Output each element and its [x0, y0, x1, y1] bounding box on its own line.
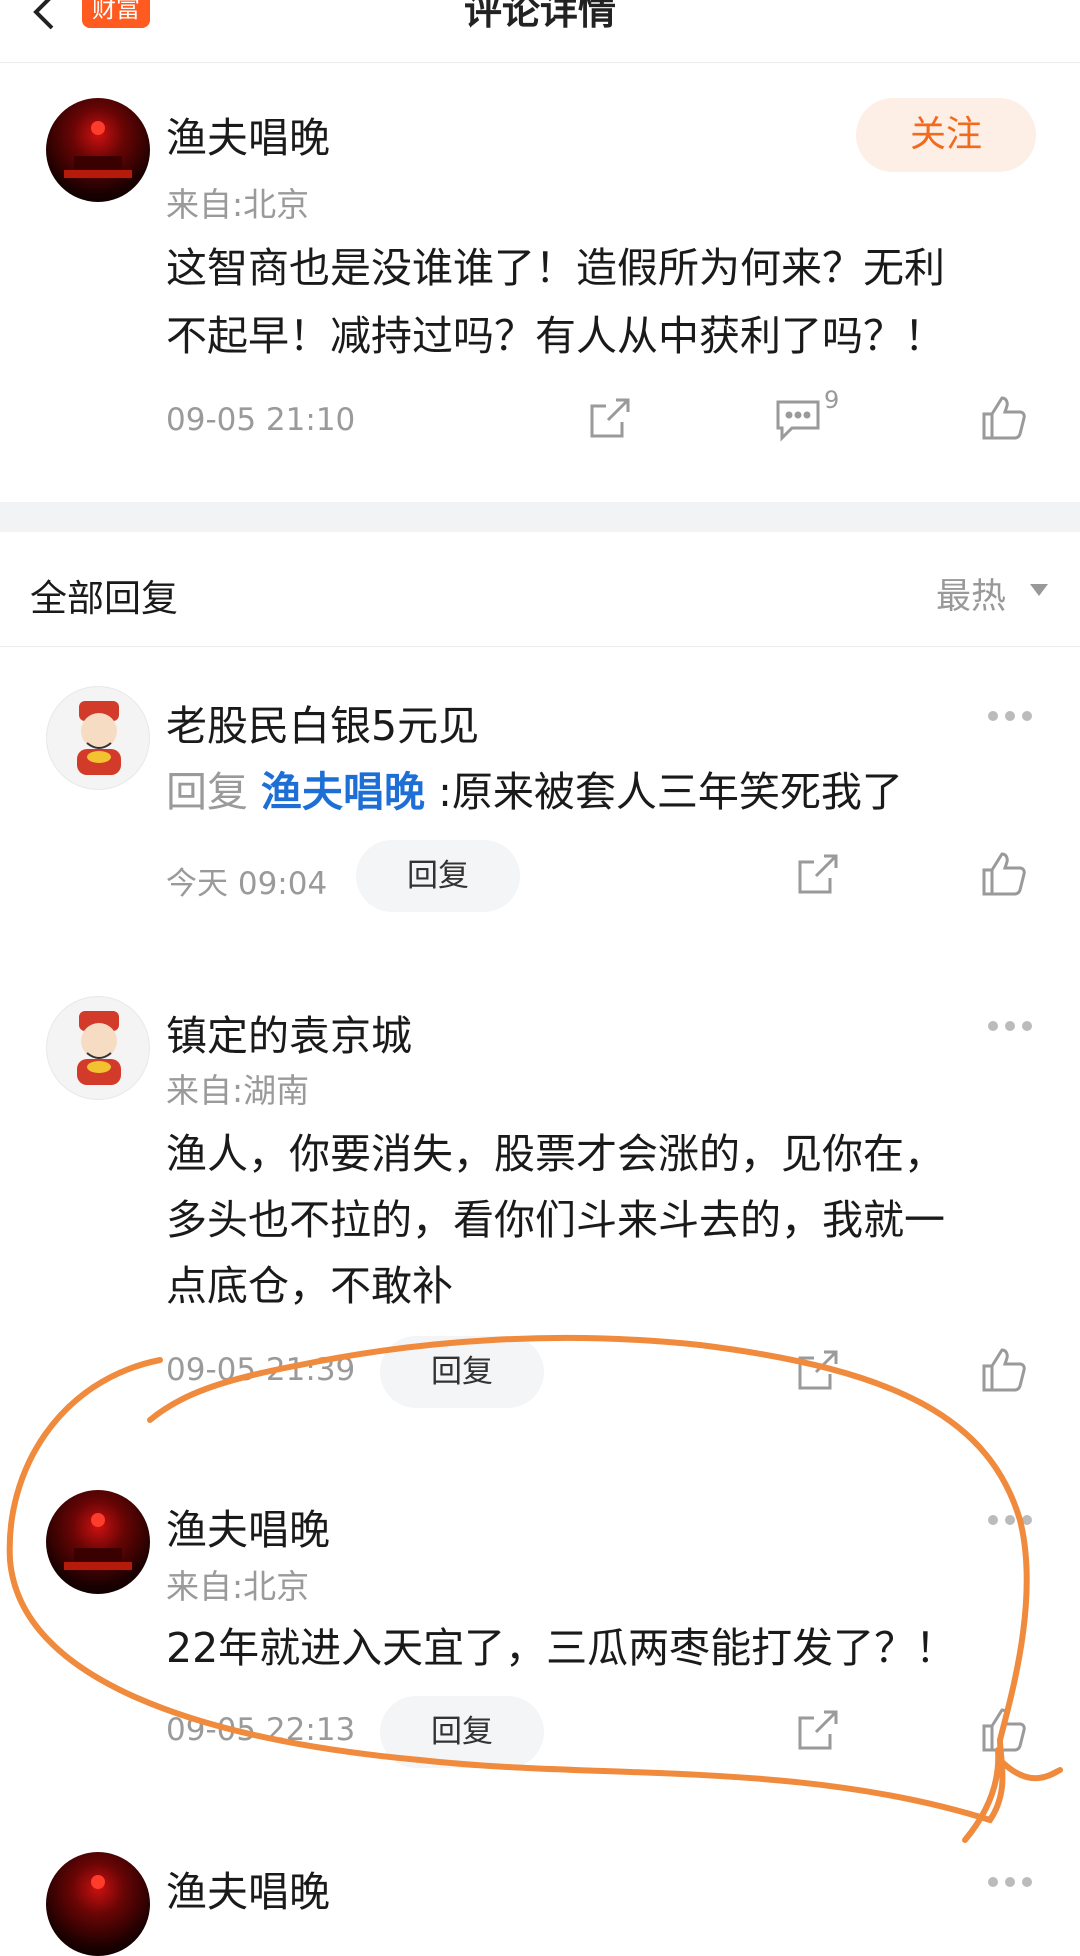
more-icon[interactable]: [986, 708, 1034, 722]
avatar[interactable]: [46, 996, 150, 1100]
avatar[interactable]: [46, 1852, 150, 1956]
reply-button[interactable]: 回复: [380, 1336, 544, 1408]
location-label: 来自:北京: [166, 185, 310, 224]
more-icon[interactable]: [986, 1512, 1034, 1526]
timestamp: 09-05 21:10: [166, 402, 356, 438]
timestamp: 09-05 21:39: [166, 1352, 356, 1388]
timestamp: 今天 09:04: [166, 866, 328, 902]
page-title: 评论详情: [463, 0, 616, 33]
reply-prefix: 回复: [166, 768, 248, 816]
like-icon[interactable]: [980, 850, 1028, 898]
caret-down-icon[interactable]: [1030, 584, 1048, 596]
reply-text: 回复 渔夫唱晚 :原来被套人三年笑死我了: [166, 758, 903, 826]
follow-button[interactable]: 关注: [856, 98, 1036, 172]
username[interactable]: 渔夫唱晚: [166, 1496, 330, 1556]
reply-count: 9: [824, 386, 840, 414]
timestamp: 09-05 22:13: [166, 1712, 356, 1748]
more-icon[interactable]: [986, 1874, 1034, 1888]
share-icon[interactable]: [794, 1708, 840, 1754]
all-replies-title: 全部回复: [30, 577, 178, 620]
reply-text-line: 点底仓，不敢补: [166, 1262, 453, 1310]
more-icon[interactable]: [986, 1018, 1034, 1032]
reply-text-line: 渔人，你要消失，股票才会涨的，见你在，: [166, 1130, 945, 1178]
comment-text-line: 这智商也是没谁谁了！造假所为何来？无利: [166, 244, 945, 292]
reply-body: :原来被套人三年笑死我了: [438, 768, 903, 816]
location-label: 来自:北京: [166, 1567, 310, 1606]
comment-icon[interactable]: [774, 396, 822, 442]
like-icon[interactable]: [980, 1706, 1028, 1754]
section-divider: [0, 502, 1080, 532]
top-bar: 财富 评论详情: [0, 0, 1080, 63]
reply-text-line: 多头也不拉的，看你们斗来斗去的，我就一: [166, 1196, 945, 1244]
username[interactable]: 渔夫唱晚: [166, 1858, 330, 1918]
like-icon[interactable]: [980, 1346, 1028, 1394]
avatar[interactable]: [46, 1490, 150, 1594]
share-icon[interactable]: [586, 396, 632, 442]
username[interactable]: 镇定的袁京城: [166, 1002, 412, 1062]
sort-dropdown[interactable]: 最热: [936, 568, 1006, 619]
avatar[interactable]: [46, 98, 150, 202]
username[interactable]: 老股民白银5元见: [166, 692, 479, 752]
location-label: 来自:湖南: [166, 1071, 310, 1110]
avatar[interactable]: [46, 686, 150, 790]
share-icon[interactable]: [794, 852, 840, 898]
reply-button[interactable]: 回复: [356, 840, 520, 912]
comment-text-line: 不起早！减持过吗？有人从中获利了吗？！: [166, 312, 945, 360]
reply-text: 22年就进入天宜了，三瓜两枣能打发了？！: [166, 1624, 957, 1672]
like-icon[interactable]: [980, 394, 1028, 442]
share-icon[interactable]: [794, 1348, 840, 1394]
username[interactable]: 渔夫唱晚: [166, 104, 330, 164]
divider: [0, 646, 1080, 647]
mention-link[interactable]: 渔夫唱晚: [261, 768, 425, 816]
reply-button[interactable]: 回复: [380, 1696, 544, 1768]
